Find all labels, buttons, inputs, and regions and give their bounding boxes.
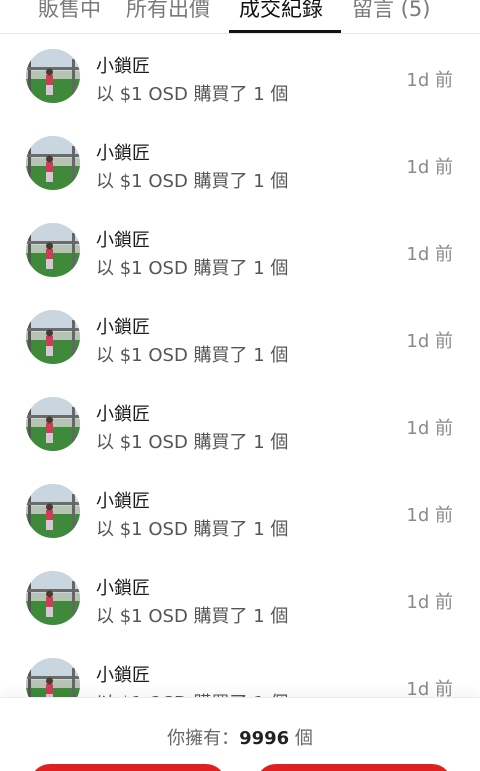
user-name[interactable]: 小鎖匠 xyxy=(96,52,150,78)
list-item[interactable]: 小鎖匠 以 $1 OSD 購買了 1 個 1d 前 xyxy=(0,208,480,295)
purchase-description: 以 $1 OSD 購買了 1 個 xyxy=(96,432,289,453)
list-item[interactable]: 小鎖匠 以 $1 OSD 購買了 1 個 1d 前 xyxy=(0,295,480,382)
avatar-image xyxy=(26,658,80,697)
user-name[interactable]: 小鎖匠 xyxy=(96,661,150,687)
user-name[interactable]: 小鎖匠 xyxy=(96,487,150,513)
purchase-description: 以 $1 OSD 購買了 1 個 xyxy=(96,606,289,627)
list-item[interactable]: 小鎖匠 以 $1 OSD 購買了 1 個 1d 前 xyxy=(0,469,480,556)
time-ago: 1d 前 xyxy=(406,244,453,265)
purchase-description: 以 $1 OSD 購買了 1 個 xyxy=(96,345,289,366)
primary-action-button-left[interactable] xyxy=(30,764,226,771)
transaction-list[interactable]: 小鎖匠 以 $1 OSD 購買了 1 個 1d 前 小鎖匠 以 $1 OSD 購… xyxy=(0,34,480,697)
avatar-image xyxy=(26,310,80,364)
avatar[interactable] xyxy=(26,310,80,364)
time-ago: 1d 前 xyxy=(406,418,453,439)
user-name[interactable]: 小鎖匠 xyxy=(96,313,150,339)
avatar[interactable] xyxy=(26,658,80,697)
time-ago: 1d 前 xyxy=(406,70,453,91)
time-ago: 1d 前 xyxy=(406,505,453,526)
purchase-description: 以 $1 OSD 購買了 1 個 xyxy=(96,519,289,540)
time-ago: 1d 前 xyxy=(406,331,453,352)
purchase-description: 以 $1 OSD 購買了 1 個 xyxy=(96,689,288,697)
primary-action-button-right[interactable] xyxy=(256,764,452,771)
time-ago: 1d 前 xyxy=(406,157,453,178)
active-tab-indicator xyxy=(229,30,341,33)
user-name[interactable]: 小鎖匠 xyxy=(96,574,150,600)
avatar[interactable] xyxy=(26,484,80,538)
purchase-description: 以 $1 OSD 購買了 1 個 xyxy=(96,84,289,105)
owned-unit: 個 xyxy=(289,728,313,749)
avatar-image xyxy=(26,136,80,190)
owned-quantity: 你擁有：9996 個 xyxy=(0,724,480,750)
avatar-image xyxy=(26,484,80,538)
avatar[interactable] xyxy=(26,397,80,451)
avatar-image xyxy=(26,223,80,277)
purchase-description: 以 $1 OSD 購買了 1 個 xyxy=(96,258,289,279)
tab-bar: 販售中 所有出價 成交紀錄 留言 (5) xyxy=(0,0,480,34)
list-item[interactable]: 小鎖匠 以 $1 OSD 購買了 1 個 1d 前 xyxy=(0,382,480,469)
user-name[interactable]: 小鎖匠 xyxy=(96,400,150,426)
list-item[interactable]: 小鎖匠 以 $1 OSD 購買了 1 個 1d 前 xyxy=(0,34,480,121)
avatar-image xyxy=(26,397,80,451)
list-item[interactable]: 小鎖匠 以 $1 OSD 購買了 1 個 1d 前 xyxy=(0,121,480,208)
time-ago: 1d 前 xyxy=(406,592,453,613)
purchase-description: 以 $1 OSD 購買了 1 個 xyxy=(96,171,289,192)
tab-on-sale[interactable]: 販售中 xyxy=(38,0,101,26)
owned-label: 你擁有： xyxy=(167,728,240,749)
list-item[interactable]: 小鎖匠 以 $1 OSD 購買了 1 個 1d 前 xyxy=(0,643,480,697)
avatar[interactable] xyxy=(26,49,80,103)
time-ago: 1d 前 xyxy=(406,679,453,697)
avatar[interactable] xyxy=(26,223,80,277)
tab-transactions[interactable]: 成交紀錄 xyxy=(239,0,323,26)
owned-count: 9996 xyxy=(239,728,290,749)
avatar-image xyxy=(26,571,80,625)
tab-comments[interactable]: 留言 (5) xyxy=(352,0,430,26)
avatar[interactable] xyxy=(26,571,80,625)
list-item[interactable]: 小鎖匠 以 $1 OSD 購買了 1 個 1d 前 xyxy=(0,556,480,643)
user-name[interactable]: 小鎖匠 xyxy=(96,139,150,165)
avatar-image xyxy=(26,49,80,103)
user-name[interactable]: 小鎖匠 xyxy=(96,226,150,252)
tab-all-bids[interactable]: 所有出價 xyxy=(126,0,210,26)
bottom-action-bar: 你擁有：9996 個 xyxy=(0,697,480,771)
avatar[interactable] xyxy=(26,136,80,190)
